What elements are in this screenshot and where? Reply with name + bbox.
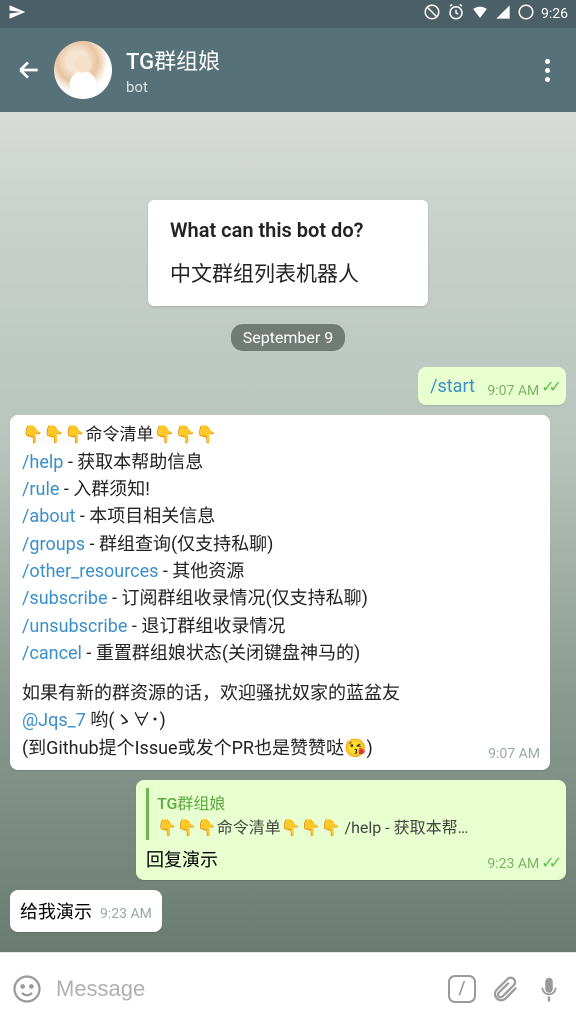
chat-title: TG群组娘 bbox=[126, 44, 532, 76]
hand-icon: 👇👇👇命令清单👇👇👇 bbox=[22, 425, 217, 445]
chat-header: TG群组娘 bot bbox=[0, 28, 576, 112]
date-separator: September 9 bbox=[231, 324, 346, 351]
chat-area[interactable]: What can this bot do? 中文群组列表机器人 Septembe… bbox=[0, 112, 576, 952]
msg-time: 9:23 AM bbox=[100, 906, 152, 922]
msg-time: 9:23 AM bbox=[487, 856, 539, 872]
wifi-icon bbox=[471, 3, 489, 25]
start-command: /start bbox=[430, 376, 475, 397]
msg-text: 给我演示 bbox=[20, 898, 92, 924]
mic-button[interactable] bbox=[534, 974, 564, 1004]
cmd-unsubscribe[interactable]: /unsubscribe bbox=[22, 616, 127, 637]
commands-button[interactable]: / bbox=[448, 975, 476, 1003]
intro-body: 中文群组列表机器人 bbox=[170, 258, 406, 288]
attach-button[interactable] bbox=[490, 974, 520, 1004]
cmd-groups[interactable]: /groups bbox=[22, 534, 85, 555]
status-bar: 9:26 bbox=[0, 0, 576, 28]
chat-subtitle: bot bbox=[126, 78, 532, 96]
msg-time: 9:07 AM bbox=[487, 383, 539, 399]
read-checks-icon: ✓✓ bbox=[541, 853, 556, 872]
cmd-about[interactable]: /about bbox=[22, 506, 75, 527]
message-in-help[interactable]: 👇👇👇命令清单👇👇👇 /help - 获取本帮助信息 /rule - 入群须知!… bbox=[10, 415, 550, 770]
cmd-cancel[interactable]: /cancel bbox=[22, 643, 82, 664]
alarm-icon bbox=[447, 3, 465, 25]
input-bar: / bbox=[0, 952, 576, 1024]
back-button[interactable] bbox=[14, 57, 44, 83]
bot-intro-card: What can this bot do? 中文群组列表机器人 bbox=[148, 200, 428, 306]
message-out-reply[interactable]: TG群组娘 👇👇👇命令清单👇👇👇 /help - 获取本帮… 回复演示 9:23… bbox=[136, 780, 566, 880]
mention-link[interactable]: @Jqs_7 bbox=[22, 710, 86, 731]
send-icon bbox=[8, 3, 26, 25]
intro-title: What can this bot do? bbox=[170, 218, 406, 242]
cmd-other-resources[interactable]: /other_resources bbox=[22, 561, 158, 582]
reply-sender: TG群组娘 bbox=[157, 790, 548, 814]
cmd-subscribe[interactable]: /subscribe bbox=[22, 588, 108, 609]
message-in-demo[interactable]: 给我演示 9:23 AM bbox=[10, 890, 162, 932]
cmd-help[interactable]: /help bbox=[22, 452, 63, 473]
avatar[interactable] bbox=[54, 41, 112, 99]
header-title-area[interactable]: TG群组娘 bot bbox=[126, 44, 532, 96]
cmd-rule[interactable]: /rule bbox=[22, 479, 59, 500]
kiss-emoji: 😘 bbox=[344, 738, 366, 759]
battery-icon bbox=[517, 3, 535, 25]
clock-text: 9:26 bbox=[541, 6, 568, 22]
signal-icon bbox=[495, 4, 511, 24]
reply-quote[interactable]: TG群组娘 👇👇👇命令清单👇👇👇 /help - 获取本帮… bbox=[146, 788, 556, 840]
reply-preview: 👇👇👇命令清单👇👇👇 /help - 获取本帮… bbox=[157, 814, 548, 838]
block-icon bbox=[423, 3, 441, 25]
message-out-start[interactable]: /start 9:07 AM✓✓ bbox=[418, 367, 566, 405]
reply-body: 回复演示 bbox=[146, 846, 487, 872]
menu-button[interactable] bbox=[532, 59, 562, 82]
emoji-button[interactable] bbox=[12, 974, 42, 1004]
message-input[interactable] bbox=[56, 976, 434, 1002]
read-checks-icon: ✓✓ bbox=[541, 377, 556, 396]
msg-time: 9:07 AM bbox=[488, 745, 540, 764]
